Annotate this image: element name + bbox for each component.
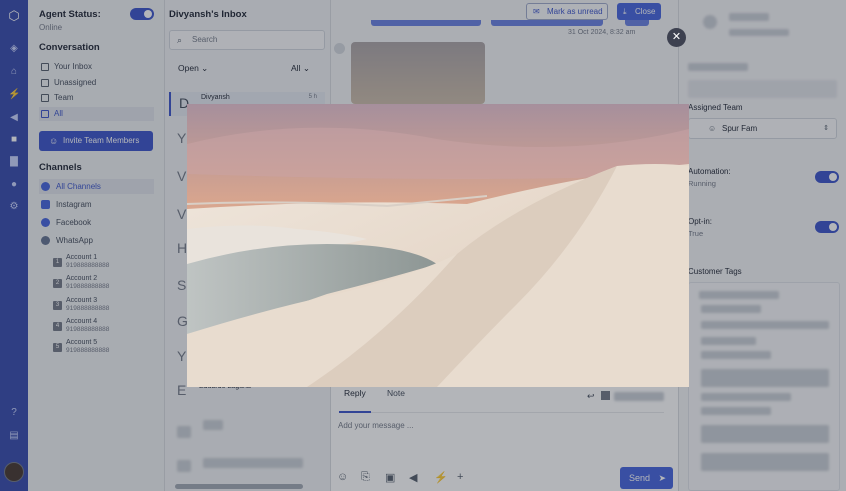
image-preview (187, 104, 689, 387)
desert-dunes-image (187, 104, 689, 387)
close-icon: ✕ (671, 31, 682, 43)
close-viewer-button[interactable]: ✕ (667, 28, 686, 47)
